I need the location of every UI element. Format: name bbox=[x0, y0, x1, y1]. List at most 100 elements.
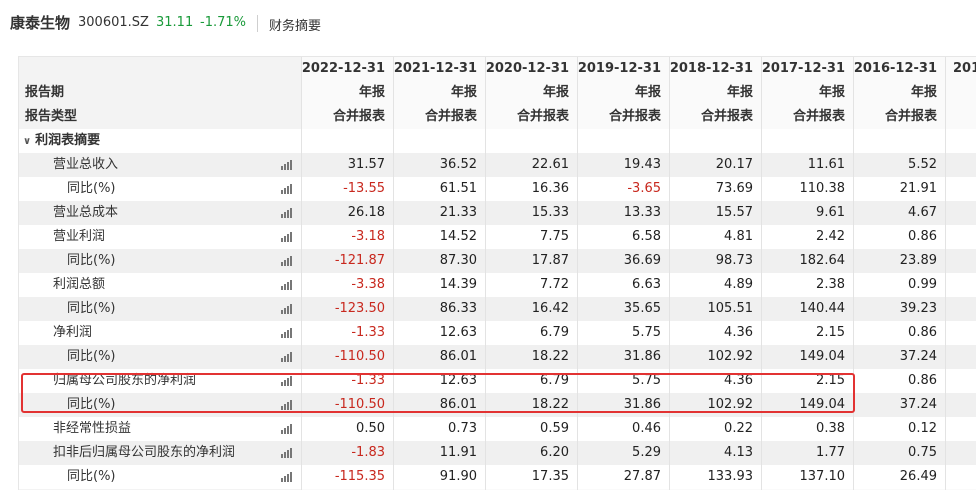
bar-chart-icon[interactable] bbox=[281, 376, 293, 386]
column-header-date: 2017-12-31 bbox=[761, 61, 845, 76]
table-cell: 91.90 bbox=[439, 469, 477, 484]
column-header-period: 年报 bbox=[818, 85, 845, 100]
collapse-chevron-icon[interactable]: ∨ bbox=[23, 130, 31, 154]
bar-chart-icon[interactable] bbox=[281, 280, 293, 290]
row-label: 同比(%) bbox=[67, 349, 116, 364]
table-row: 同比(%) -115.35 91.90 17.35 27.87 133.93 137.10 2… bbox=[19, 465, 976, 489]
column-header-type: 合并报表 bbox=[608, 109, 661, 124]
bar-chart-icon[interactable] bbox=[281, 256, 293, 266]
table-row: 营业利润 -3.18 14.52 7.75 6.58 4.81 2.42 0.86 bbox=[19, 225, 976, 249]
column-separator bbox=[761, 57, 762, 490]
column-separator bbox=[393, 57, 394, 490]
bar-chart-icon[interactable] bbox=[281, 160, 293, 170]
report-period-label: 报告期 bbox=[25, 85, 65, 100]
bar-chart-icon[interactable] bbox=[281, 184, 293, 194]
column-header-period: 年报 bbox=[542, 85, 569, 100]
table-cell: 133.93 bbox=[707, 469, 754, 484]
row-label: 非经常性损益 bbox=[53, 421, 132, 436]
table-cell: 86.01 bbox=[439, 397, 477, 412]
column-header-period bbox=[945, 81, 976, 105]
table-row: 同比(%) -110.50 86.01 18.22 31.86 102.92 149.04 3… bbox=[19, 345, 976, 369]
table-cell: 2.15 bbox=[816, 373, 845, 388]
table-cell: 19.43 bbox=[623, 157, 661, 172]
bar-chart-icon[interactable] bbox=[281, 400, 293, 410]
column-header-type: 合并报表 bbox=[792, 109, 845, 124]
table-cell: -3.38 bbox=[351, 277, 385, 292]
table-cell: 7.72 bbox=[540, 277, 569, 292]
column-header-period: 年报 bbox=[358, 85, 385, 100]
bar-chart-icon[interactable] bbox=[281, 208, 293, 218]
column-separator bbox=[485, 57, 486, 490]
row-label: 营业总成本 bbox=[53, 205, 119, 220]
table-cell: -13.55 bbox=[343, 181, 385, 196]
header-divider bbox=[257, 15, 258, 32]
column-header-date: 2020-12-31 bbox=[485, 61, 569, 76]
section-label: ∨ 利润表摘要 bbox=[23, 129, 100, 153]
table-cell: -1.83 bbox=[351, 445, 385, 460]
financial-table: 报告期报告类型 2022-12-31 年报合并报表 2021-12-31 年报合并报表 2… bbox=[18, 56, 976, 490]
table-cell: -110.50 bbox=[334, 397, 385, 412]
table-cell: 137.10 bbox=[799, 469, 846, 484]
table-cell: 98.73 bbox=[715, 253, 753, 268]
table-cell: 39.23 bbox=[899, 301, 937, 316]
column-header-date: 2022-12-31 bbox=[301, 61, 385, 76]
table-cell: 16.42 bbox=[531, 301, 569, 316]
table-cell: 0.38 bbox=[816, 421, 845, 436]
table-cell: 0.99 bbox=[908, 277, 937, 292]
table-cell: 35.65 bbox=[623, 301, 661, 316]
bar-chart-icon[interactable] bbox=[281, 328, 293, 338]
table-cell: 73.69 bbox=[715, 181, 753, 196]
table-row: 营业总收入 31.57 36.52 22.61 19.43 20.17 11.61 5.52 bbox=[19, 153, 976, 177]
table-row: 同比(%) -110.50 86.01 18.22 31.86 102.92 149.04 3… bbox=[19, 393, 976, 417]
table-cell: 182.64 bbox=[799, 253, 846, 268]
table-cell: 6.63 bbox=[632, 277, 661, 292]
column-header-period: 年报 bbox=[634, 85, 661, 100]
column-header-date: 2018-12-31 bbox=[669, 61, 753, 76]
table-cell: 0.59 bbox=[540, 421, 569, 436]
table-cell: 31.57 bbox=[347, 157, 385, 172]
report-type-label: 报告类型 bbox=[25, 109, 78, 124]
table-cell: 5.75 bbox=[632, 325, 661, 340]
table-cell: -110.50 bbox=[334, 349, 385, 364]
table-cell: -1.33 bbox=[351, 325, 385, 340]
table-row: 同比(%) -123.50 86.33 16.42 35.65 105.51 140.44 3… bbox=[19, 297, 976, 321]
table-cell: 17.87 bbox=[531, 253, 569, 268]
table-cell: 0.73 bbox=[448, 421, 477, 436]
table-cell: 13.33 bbox=[623, 205, 661, 220]
tab-financial-summary[interactable]: 财务摘要 bbox=[269, 15, 321, 34]
row-label: 归属母公司股东的净利润 bbox=[53, 373, 197, 388]
table-cell: 1.77 bbox=[816, 445, 845, 460]
table-cell: -3.65 bbox=[627, 181, 661, 196]
column-header-type: 合并报表 bbox=[700, 109, 753, 124]
table-cell: 36.52 bbox=[439, 157, 477, 172]
table-cell: 6.79 bbox=[540, 373, 569, 388]
row-label: 营业利润 bbox=[53, 229, 106, 244]
section-income-summary[interactable]: ∨ 利润表摘要 bbox=[19, 129, 976, 153]
column-header-period: 年报 bbox=[450, 85, 477, 100]
row-label: 同比(%) bbox=[67, 301, 116, 316]
table-cell: 22.61 bbox=[531, 157, 569, 172]
table-cell: 12.63 bbox=[439, 325, 477, 340]
row-label: 净利润 bbox=[53, 325, 93, 340]
table-cell: 9.61 bbox=[816, 205, 845, 220]
bar-chart-icon[interactable] bbox=[281, 232, 293, 242]
table-cell: 0.86 bbox=[908, 229, 937, 244]
bar-chart-icon[interactable] bbox=[281, 448, 293, 458]
column-header-date: 2021-12-31 bbox=[393, 61, 477, 76]
table-cell: 12.63 bbox=[439, 373, 477, 388]
table-cell: 86.33 bbox=[439, 301, 477, 316]
table-cell: 4.13 bbox=[724, 445, 753, 460]
bar-chart-icon[interactable] bbox=[281, 304, 293, 314]
column-header-date: 2019-12-31 bbox=[577, 61, 661, 76]
table-row: 扣非后归属母公司股东的净利润 -1.83 11.91 6.20 5.29 4.13 1.77… bbox=[19, 441, 976, 465]
stock-header: 康泰生物 300601.SZ 31.11 -1.71% 财务摘要 bbox=[0, 0, 976, 48]
column-separator bbox=[301, 57, 302, 490]
bar-chart-icon[interactable] bbox=[281, 472, 293, 482]
table-cell: 0.86 bbox=[908, 325, 937, 340]
table-row: 同比(%) -121.87 87.30 17.87 36.69 98.73 182.64 23… bbox=[19, 249, 976, 273]
bar-chart-icon[interactable] bbox=[281, 352, 293, 362]
table-cell: 149.04 bbox=[799, 397, 846, 412]
table-row: 净利润 -1.33 12.63 6.79 5.75 4.36 2.15 0.86 bbox=[19, 321, 976, 345]
bar-chart-icon[interactable] bbox=[281, 424, 293, 434]
table-cell: 6.79 bbox=[540, 325, 569, 340]
